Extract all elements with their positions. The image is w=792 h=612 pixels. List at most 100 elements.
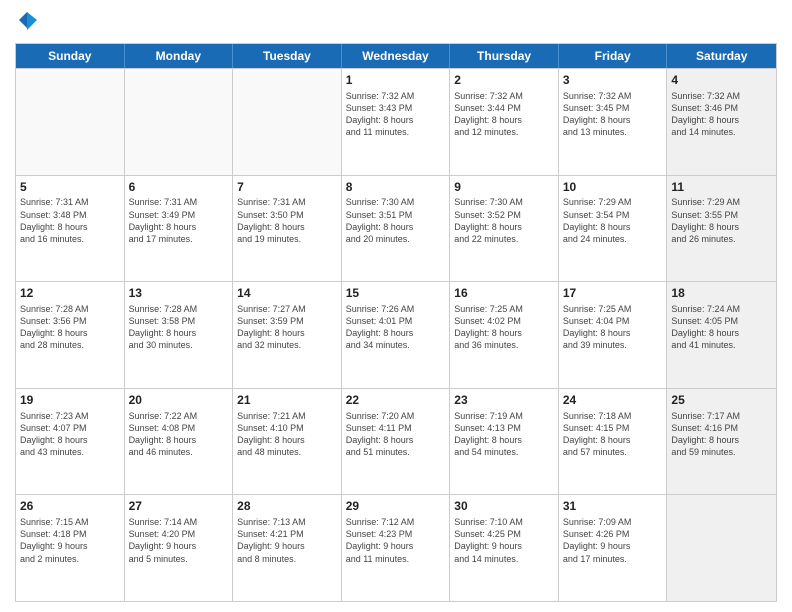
- day-number: 31: [563, 498, 663, 515]
- day-number: 1: [346, 72, 446, 89]
- cell-info: Sunrise: 7:23 AM Sunset: 4:07 PM Dayligh…: [20, 410, 120, 459]
- cell-info: Sunrise: 7:28 AM Sunset: 3:56 PM Dayligh…: [20, 303, 120, 352]
- cal-cell-r5-c7: [667, 495, 776, 601]
- day-number: 27: [129, 498, 229, 515]
- cal-cell-r2-c4: 8Sunrise: 7:30 AM Sunset: 3:51 PM Daylig…: [342, 176, 451, 282]
- cal-cell-r2-c7: 11Sunrise: 7:29 AM Sunset: 3:55 PM Dayli…: [667, 176, 776, 282]
- cell-info: Sunrise: 7:24 AM Sunset: 4:05 PM Dayligh…: [671, 303, 772, 352]
- cal-cell-r2-c3: 7Sunrise: 7:31 AM Sunset: 3:50 PM Daylig…: [233, 176, 342, 282]
- day-number: 10: [563, 179, 663, 196]
- weekday-header-friday: Friday: [559, 44, 668, 68]
- day-number: 13: [129, 285, 229, 302]
- cell-info: Sunrise: 7:09 AM Sunset: 4:26 PM Dayligh…: [563, 516, 663, 565]
- calendar-row-1: 1Sunrise: 7:32 AM Sunset: 3:43 PM Daylig…: [16, 68, 776, 175]
- cell-info: Sunrise: 7:32 AM Sunset: 3:43 PM Dayligh…: [346, 90, 446, 139]
- cell-info: Sunrise: 7:21 AM Sunset: 4:10 PM Dayligh…: [237, 410, 337, 459]
- cal-cell-r3-c6: 17Sunrise: 7:25 AM Sunset: 4:04 PM Dayli…: [559, 282, 668, 388]
- cal-cell-r4-c7: 25Sunrise: 7:17 AM Sunset: 4:16 PM Dayli…: [667, 389, 776, 495]
- cell-info: Sunrise: 7:28 AM Sunset: 3:58 PM Dayligh…: [129, 303, 229, 352]
- weekday-header-monday: Monday: [125, 44, 234, 68]
- cal-cell-r1-c3: [233, 69, 342, 175]
- logo-icon: [17, 10, 37, 30]
- calendar-row-2: 5Sunrise: 7:31 AM Sunset: 3:48 PM Daylig…: [16, 175, 776, 282]
- cal-cell-r5-c6: 31Sunrise: 7:09 AM Sunset: 4:26 PM Dayli…: [559, 495, 668, 601]
- cal-cell-r4-c5: 23Sunrise: 7:19 AM Sunset: 4:13 PM Dayli…: [450, 389, 559, 495]
- cal-cell-r2-c6: 10Sunrise: 7:29 AM Sunset: 3:54 PM Dayli…: [559, 176, 668, 282]
- cell-info: Sunrise: 7:31 AM Sunset: 3:49 PM Dayligh…: [129, 196, 229, 245]
- day-number: 22: [346, 392, 446, 409]
- cal-cell-r3-c3: 14Sunrise: 7:27 AM Sunset: 3:59 PM Dayli…: [233, 282, 342, 388]
- weekday-header-thursday: Thursday: [450, 44, 559, 68]
- cell-info: Sunrise: 7:14 AM Sunset: 4:20 PM Dayligh…: [129, 516, 229, 565]
- cal-cell-r4-c6: 24Sunrise: 7:18 AM Sunset: 4:15 PM Dayli…: [559, 389, 668, 495]
- day-number: 5: [20, 179, 120, 196]
- cal-cell-r2-c5: 9Sunrise: 7:30 AM Sunset: 3:52 PM Daylig…: [450, 176, 559, 282]
- cell-info: Sunrise: 7:25 AM Sunset: 4:02 PM Dayligh…: [454, 303, 554, 352]
- day-number: 11: [671, 179, 772, 196]
- day-number: 15: [346, 285, 446, 302]
- day-number: 29: [346, 498, 446, 515]
- day-number: 17: [563, 285, 663, 302]
- cal-cell-r1-c6: 3Sunrise: 7:32 AM Sunset: 3:45 PM Daylig…: [559, 69, 668, 175]
- cal-cell-r5-c5: 30Sunrise: 7:10 AM Sunset: 4:25 PM Dayli…: [450, 495, 559, 601]
- day-number: 9: [454, 179, 554, 196]
- day-number: 25: [671, 392, 772, 409]
- cal-cell-r3-c4: 15Sunrise: 7:26 AM Sunset: 4:01 PM Dayli…: [342, 282, 451, 388]
- cal-cell-r3-c5: 16Sunrise: 7:25 AM Sunset: 4:02 PM Dayli…: [450, 282, 559, 388]
- day-number: 24: [563, 392, 663, 409]
- cell-info: Sunrise: 7:32 AM Sunset: 3:44 PM Dayligh…: [454, 90, 554, 139]
- logo: [15, 10, 37, 35]
- cal-cell-r1-c5: 2Sunrise: 7:32 AM Sunset: 3:44 PM Daylig…: [450, 69, 559, 175]
- weekday-header-sunday: Sunday: [16, 44, 125, 68]
- page: SundayMondayTuesdayWednesdayThursdayFrid…: [0, 0, 792, 612]
- cal-cell-r3-c7: 18Sunrise: 7:24 AM Sunset: 4:05 PM Dayli…: [667, 282, 776, 388]
- day-number: 6: [129, 179, 229, 196]
- day-number: 20: [129, 392, 229, 409]
- day-number: 18: [671, 285, 772, 302]
- calendar-body: 1Sunrise: 7:32 AM Sunset: 3:43 PM Daylig…: [16, 68, 776, 601]
- cell-info: Sunrise: 7:26 AM Sunset: 4:01 PM Dayligh…: [346, 303, 446, 352]
- day-number: 3: [563, 72, 663, 89]
- cal-cell-r4-c3: 21Sunrise: 7:21 AM Sunset: 4:10 PM Dayli…: [233, 389, 342, 495]
- cell-info: Sunrise: 7:31 AM Sunset: 3:48 PM Dayligh…: [20, 196, 120, 245]
- cell-info: Sunrise: 7:29 AM Sunset: 3:55 PM Dayligh…: [671, 196, 772, 245]
- weekday-header-tuesday: Tuesday: [233, 44, 342, 68]
- calendar-row-5: 26Sunrise: 7:15 AM Sunset: 4:18 PM Dayli…: [16, 494, 776, 601]
- cell-info: Sunrise: 7:15 AM Sunset: 4:18 PM Dayligh…: [20, 516, 120, 565]
- cal-cell-r3-c2: 13Sunrise: 7:28 AM Sunset: 3:58 PM Dayli…: [125, 282, 234, 388]
- cell-info: Sunrise: 7:13 AM Sunset: 4:21 PM Dayligh…: [237, 516, 337, 565]
- cell-info: Sunrise: 7:29 AM Sunset: 3:54 PM Dayligh…: [563, 196, 663, 245]
- cal-cell-r4-c1: 19Sunrise: 7:23 AM Sunset: 4:07 PM Dayli…: [16, 389, 125, 495]
- day-number: 19: [20, 392, 120, 409]
- header: [15, 10, 777, 35]
- cal-cell-r5-c3: 28Sunrise: 7:13 AM Sunset: 4:21 PM Dayli…: [233, 495, 342, 601]
- cal-cell-r5-c1: 26Sunrise: 7:15 AM Sunset: 4:18 PM Dayli…: [16, 495, 125, 601]
- day-number: 8: [346, 179, 446, 196]
- weekday-header-saturday: Saturday: [667, 44, 776, 68]
- cal-cell-r3-c1: 12Sunrise: 7:28 AM Sunset: 3:56 PM Dayli…: [16, 282, 125, 388]
- cell-info: Sunrise: 7:19 AM Sunset: 4:13 PM Dayligh…: [454, 410, 554, 459]
- cell-info: Sunrise: 7:32 AM Sunset: 3:46 PM Dayligh…: [671, 90, 772, 139]
- cell-info: Sunrise: 7:30 AM Sunset: 3:52 PM Dayligh…: [454, 196, 554, 245]
- day-number: 16: [454, 285, 554, 302]
- cell-info: Sunrise: 7:17 AM Sunset: 4:16 PM Dayligh…: [671, 410, 772, 459]
- day-number: 2: [454, 72, 554, 89]
- cell-info: Sunrise: 7:12 AM Sunset: 4:23 PM Dayligh…: [346, 516, 446, 565]
- cal-cell-r1-c7: 4Sunrise: 7:32 AM Sunset: 3:46 PM Daylig…: [667, 69, 776, 175]
- cal-cell-r1-c4: 1Sunrise: 7:32 AM Sunset: 3:43 PM Daylig…: [342, 69, 451, 175]
- day-number: 4: [671, 72, 772, 89]
- cal-cell-r1-c2: [125, 69, 234, 175]
- cell-info: Sunrise: 7:32 AM Sunset: 3:45 PM Dayligh…: [563, 90, 663, 139]
- cal-cell-r2-c2: 6Sunrise: 7:31 AM Sunset: 3:49 PM Daylig…: [125, 176, 234, 282]
- day-number: 28: [237, 498, 337, 515]
- weekday-header-wednesday: Wednesday: [342, 44, 451, 68]
- day-number: 30: [454, 498, 554, 515]
- cell-info: Sunrise: 7:20 AM Sunset: 4:11 PM Dayligh…: [346, 410, 446, 459]
- cell-info: Sunrise: 7:31 AM Sunset: 3:50 PM Dayligh…: [237, 196, 337, 245]
- cell-info: Sunrise: 7:25 AM Sunset: 4:04 PM Dayligh…: [563, 303, 663, 352]
- cal-cell-r4-c4: 22Sunrise: 7:20 AM Sunset: 4:11 PM Dayli…: [342, 389, 451, 495]
- cell-info: Sunrise: 7:10 AM Sunset: 4:25 PM Dayligh…: [454, 516, 554, 565]
- cal-cell-r1-c1: [16, 69, 125, 175]
- cal-cell-r4-c2: 20Sunrise: 7:22 AM Sunset: 4:08 PM Dayli…: [125, 389, 234, 495]
- day-number: 14: [237, 285, 337, 302]
